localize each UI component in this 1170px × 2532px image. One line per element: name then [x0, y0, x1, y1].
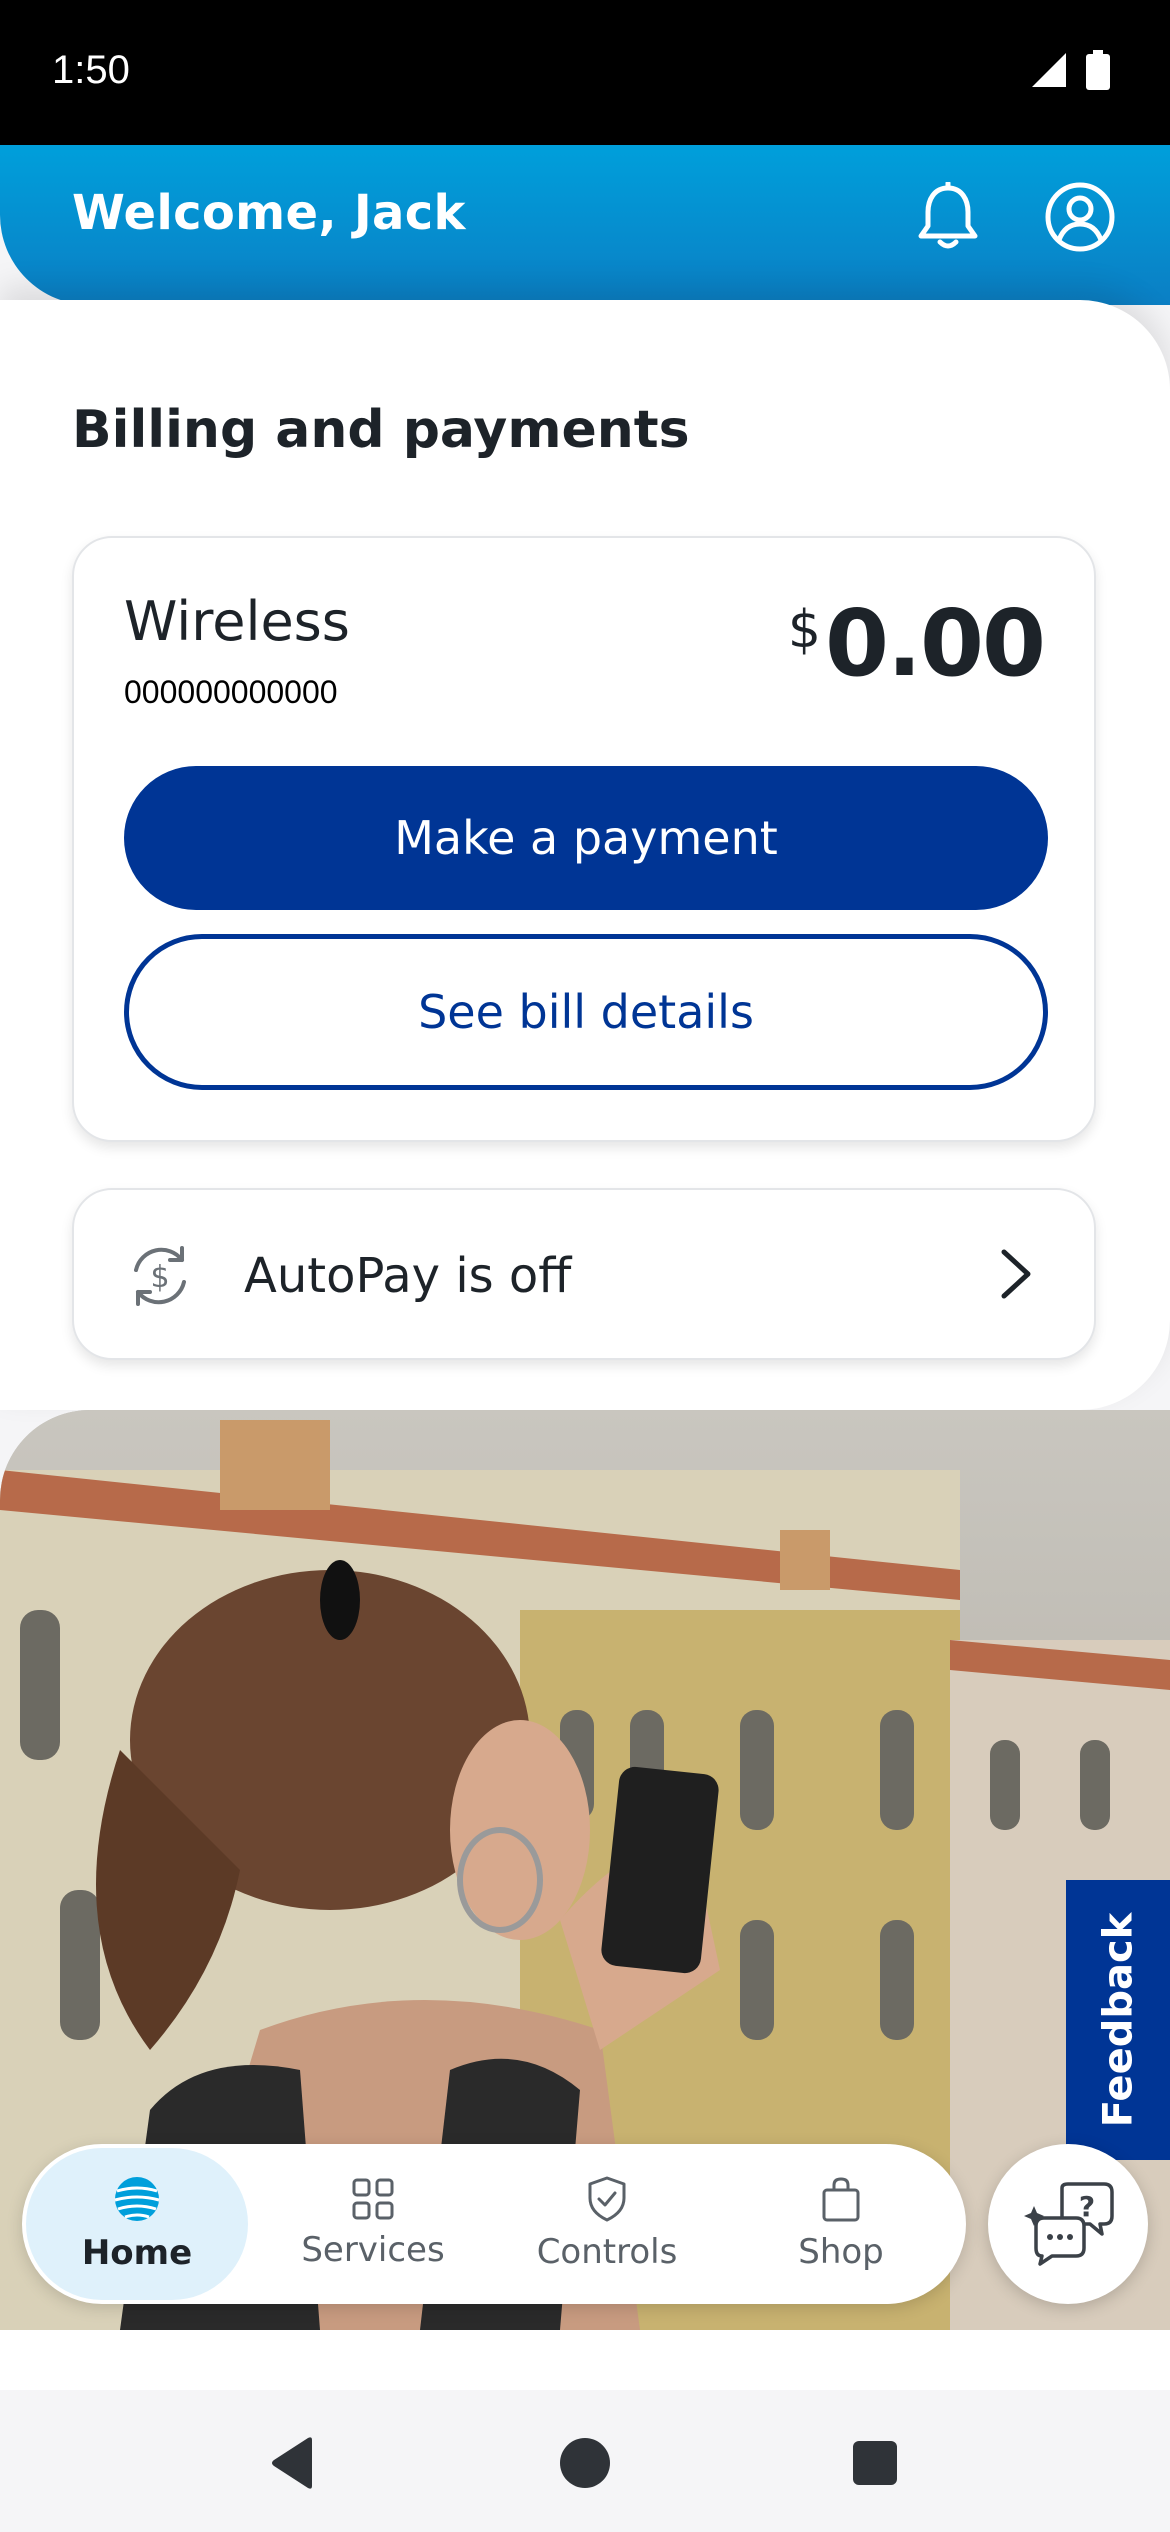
- autopay-label: AutoPay is off: [244, 1248, 572, 1304]
- svg-text:$: $: [150, 1260, 169, 1295]
- recents-icon: [853, 2441, 897, 2485]
- nav-label-services: Services: [301, 2230, 445, 2270]
- billing-panel: Billing and payments Wireless 0000000000…: [0, 300, 1170, 1410]
- feedback-label: Feedback: [1095, 1912, 1141, 2128]
- nav-item-home[interactable]: Home: [26, 2148, 248, 2300]
- system-back-button[interactable]: [258, 2428, 328, 2498]
- home-icon: [560, 2438, 610, 2488]
- profile-button[interactable]: [1030, 167, 1130, 267]
- nav-label-home: Home: [81, 2233, 193, 2273]
- shield-check-icon: [588, 2176, 626, 2222]
- notifications-button[interactable]: [898, 167, 998, 267]
- chat-assistant-button[interactable]: ?: [988, 2144, 1148, 2304]
- autopay-icon: $: [134, 1246, 186, 1306]
- chat-assistant-icon: ?: [1024, 2182, 1114, 2266]
- nav-item-shop[interactable]: Shop: [730, 2148, 952, 2300]
- status-bar: 1:50: [0, 0, 1170, 145]
- back-icon: [272, 2437, 312, 2489]
- nav-item-services[interactable]: Services: [262, 2148, 484, 2300]
- profile-icon: [1045, 182, 1115, 252]
- battery-icon: [1086, 50, 1110, 90]
- nav-item-controls[interactable]: Controls: [496, 2148, 718, 2300]
- content-bottom-spacer: [0, 2330, 1170, 2390]
- section-title: Billing and payments: [72, 400, 690, 460]
- account-number: 000000000000: [124, 674, 338, 710]
- bill-card: Wireless 000000000000 $ 0.00 Make a paym…: [72, 536, 1096, 1142]
- signal-icon: [1032, 53, 1066, 87]
- chevron-right-icon: [1001, 1249, 1031, 1299]
- system-navigation-bar: [0, 2390, 1170, 2532]
- nav-label-shop: Shop: [798, 2232, 884, 2272]
- see-bill-details-button[interactable]: See bill details: [124, 934, 1048, 1090]
- welcome-text: Welcome, Jack: [72, 185, 466, 241]
- grid-icon: [352, 2178, 394, 2220]
- shopping-bag-icon: [822, 2177, 860, 2222]
- att-globe-icon: [114, 2177, 160, 2221]
- autopay-row[interactable]: $ AutoPay is off: [72, 1188, 1096, 1360]
- currency-symbol: $: [787, 600, 821, 660]
- feedback-tab[interactable]: Feedback: [1066, 1880, 1170, 2160]
- status-icons: [1030, 50, 1110, 90]
- status-time: 1:50: [52, 48, 130, 92]
- account-name: Wireless: [124, 590, 350, 653]
- system-recents-button[interactable]: [840, 2428, 910, 2498]
- bottom-navigation: Home Services Controls Shop: [22, 2144, 966, 2304]
- app-header: Welcome, Jack: [0, 145, 1170, 305]
- system-home-button[interactable]: [550, 2428, 620, 2498]
- make-payment-button[interactable]: Make a payment: [124, 766, 1048, 910]
- amount-due: $ 0.00: [787, 590, 1046, 697]
- nav-label-controls: Controls: [536, 2232, 678, 2272]
- amount-value: 0.00: [825, 590, 1046, 697]
- bell-icon: [918, 182, 978, 249]
